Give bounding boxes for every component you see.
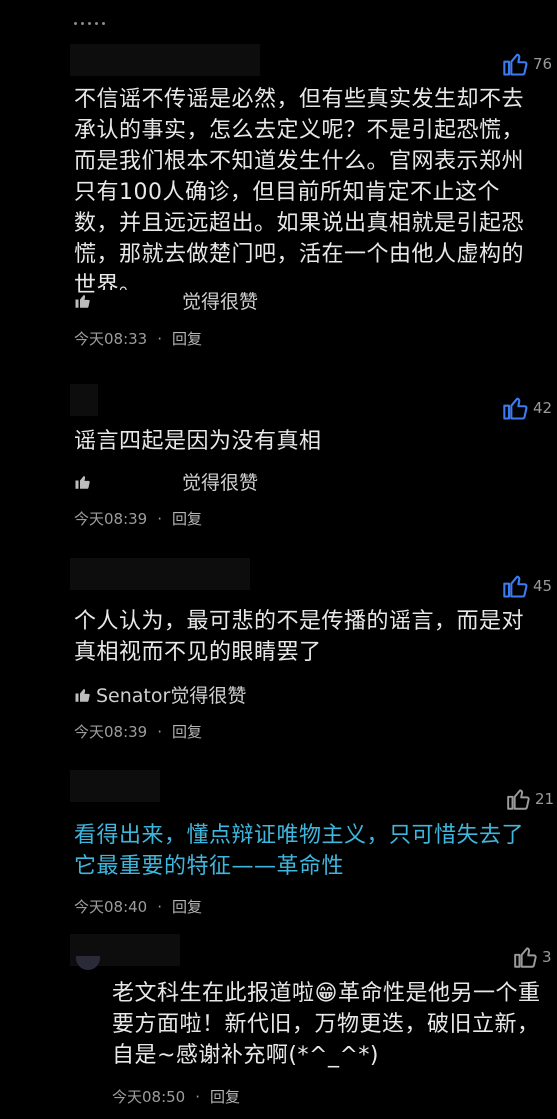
liked-by-text: 觉得很赞 bbox=[182, 472, 259, 494]
comment-text: 个人认为，最可悲的不是传播的谣言，而是对真相视而不见的眼睛罢了 bbox=[74, 609, 525, 665]
thumbs-up-icon bbox=[503, 397, 528, 420]
timestamp: 今天08:50 bbox=[112, 1088, 186, 1106]
comment-text: 看得出来，懂点辩证唯物主义，只可惜失去了它最重要的特征——革命性 bbox=[74, 823, 525, 879]
comment-meta: 今天08:39 · 回复 bbox=[74, 721, 202, 742]
reply-button[interactable]: 回复 bbox=[172, 328, 202, 349]
like-button[interactable]: 76 bbox=[502, 50, 552, 78]
grin-emoji-icon: 😁 bbox=[314, 981, 338, 1006]
thumbs-up-icon bbox=[503, 575, 528, 598]
redacted-username bbox=[70, 770, 160, 802]
redacted-liker bbox=[96, 470, 182, 493]
thumbs-up-icon bbox=[503, 53, 528, 76]
comment-text: 不信谣不传谣是必然，但有些真实发生却不去承认的事实，怎么去定义呢？不是引起恐慌，… bbox=[74, 87, 525, 298]
avatar[interactable] bbox=[76, 956, 100, 970]
thumbs-up-icon bbox=[75, 294, 90, 308]
comment-text: 谣言四起是因为没有真相 bbox=[74, 429, 322, 454]
comment-text: 老文科生在此报道啦😁革命性是他另一个重要方面啦！新代旧，万物更迭，破旧立新，自是… bbox=[112, 978, 542, 1071]
like-count: 42 bbox=[533, 399, 553, 417]
reply-button[interactable]: 回复 bbox=[172, 896, 202, 917]
timestamp: 今天08:39 bbox=[74, 510, 148, 528]
like-button[interactable]: 42 bbox=[502, 394, 552, 422]
like-button[interactable]: 3 bbox=[513, 944, 552, 970]
liked-by-line: Senator觉得很赞 bbox=[74, 681, 246, 708]
redacted-username bbox=[70, 558, 250, 590]
separator-dot: · bbox=[157, 509, 163, 528]
like-count: 21 bbox=[535, 790, 555, 808]
like-count: 3 bbox=[542, 948, 552, 966]
like-button[interactable]: 21 bbox=[506, 786, 554, 812]
comment-meta: 今天08:33 · 回复 bbox=[74, 328, 202, 349]
liked-by-text: 觉得很赞 bbox=[182, 291, 259, 313]
redacted-liker bbox=[96, 289, 182, 312]
reply-button[interactable]: 回复 bbox=[172, 508, 202, 529]
comment-meta: 今天08:40 · 回复 bbox=[74, 896, 202, 917]
timestamp: 今天08:33 bbox=[74, 330, 148, 348]
liked-by-line: 觉得很赞 bbox=[74, 468, 258, 495]
liked-by-text: Senator觉得很赞 bbox=[96, 685, 247, 707]
separator-dot: · bbox=[195, 1087, 201, 1106]
separator-dot: · bbox=[157, 897, 163, 916]
like-count: 45 bbox=[533, 577, 553, 595]
timestamp: 今天08:40 bbox=[74, 898, 148, 916]
reply-button[interactable]: 回复 bbox=[210, 1086, 240, 1107]
separator-dot: · bbox=[157, 329, 163, 348]
thumbs-up-icon bbox=[75, 475, 90, 489]
comment-text-part: 老文科生在此报道啦 bbox=[112, 981, 315, 1006]
thumbs-up-icon bbox=[75, 688, 90, 702]
status-bar-remnant bbox=[74, 10, 114, 25]
redacted-username bbox=[70, 44, 260, 76]
comment-meta: 今天08:50 · 回复 bbox=[112, 1086, 240, 1107]
reply-button[interactable]: 回复 bbox=[172, 721, 202, 742]
like-count: 76 bbox=[533, 55, 553, 73]
timestamp: 今天08:39 bbox=[74, 723, 148, 741]
liked-by-line: 觉得很赞 bbox=[74, 287, 258, 314]
thumbs-up-icon bbox=[507, 789, 530, 810]
thumbs-up-icon bbox=[514, 947, 537, 968]
separator-dot: · bbox=[157, 722, 163, 741]
comment-meta: 今天08:39 · 回复 bbox=[74, 508, 202, 529]
redacted-username bbox=[70, 384, 98, 416]
like-button[interactable]: 45 bbox=[502, 572, 552, 600]
